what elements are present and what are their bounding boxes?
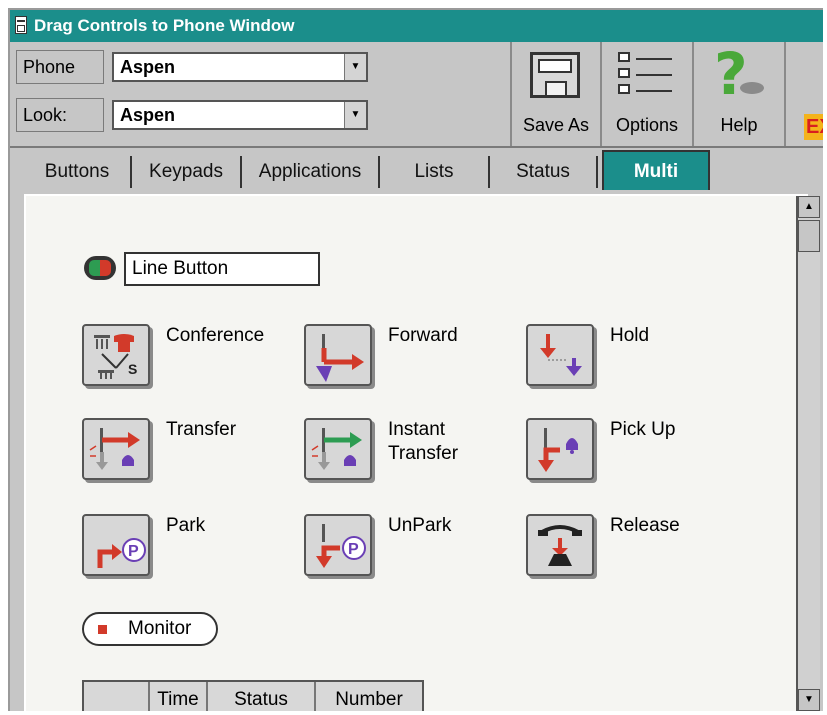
window-title: Drag Controls to Phone Window xyxy=(34,16,295,35)
call-list-table: Time Status Number xyxy=(82,680,424,711)
svg-text:P: P xyxy=(128,543,139,560)
transfer-label: Transfer xyxy=(166,419,237,440)
line-button-label: Line Button xyxy=(124,252,320,286)
monitor-indicator-icon xyxy=(98,625,107,634)
options-button[interactable]: Options xyxy=(600,42,692,146)
park-icon[interactable]: P xyxy=(82,514,150,576)
tab-multi[interactable]: Multi xyxy=(602,150,710,190)
forward-icon[interactable] xyxy=(304,324,372,386)
help-label: Help xyxy=(720,115,758,135)
question-mark-icon: ? xyxy=(714,40,748,108)
monitor-label: Monitor xyxy=(128,618,192,639)
drag-controls-window: Drag Controls to Phone Window Phone Aspe… xyxy=(8,8,823,711)
unpark-label: UnPark xyxy=(388,515,452,536)
pick-up-label: Pick Up xyxy=(610,419,676,440)
options-label: Options xyxy=(615,115,679,135)
instant-transfer-icon[interactable] xyxy=(304,418,372,480)
conference-icon[interactable]: S xyxy=(82,324,150,386)
release-control[interactable]: Release xyxy=(526,514,746,594)
line-button-icon xyxy=(84,256,116,280)
look-select[interactable]: Aspen ▼ xyxy=(112,100,368,130)
tab-lists[interactable]: Lists xyxy=(380,156,490,188)
exit-button[interactable]: EX xyxy=(804,114,823,140)
hold-icon[interactable] xyxy=(526,324,594,386)
scroll-down-arrow-icon[interactable]: ▼ xyxy=(798,689,820,711)
tab-applications[interactable]: Applications xyxy=(242,156,380,188)
scroll-thumb[interactable] xyxy=(798,220,820,252)
svg-text:S: S xyxy=(128,361,137,377)
forward-control[interactable]: Forward xyxy=(304,324,524,404)
look-select-value: Aspen xyxy=(120,105,176,125)
conference-control[interactable]: S Conference xyxy=(82,324,302,404)
release-label: Release xyxy=(610,515,680,536)
save-as-button[interactable]: Save As xyxy=(510,42,600,146)
monitor-control[interactable]: Monitor xyxy=(82,612,218,646)
tab-buttons[interactable]: Buttons xyxy=(24,156,132,188)
chevron-down-icon[interactable]: ▼ xyxy=(344,54,366,80)
scroll-up-arrow-icon[interactable]: ▲ xyxy=(798,196,820,218)
release-icon[interactable] xyxy=(526,514,594,576)
tab-keypads[interactable]: Keypads xyxy=(132,156,242,188)
tab-status[interactable]: Status xyxy=(490,156,598,188)
unpark-icon[interactable]: P xyxy=(304,514,372,576)
table-header-time[interactable]: Time xyxy=(150,682,208,711)
look-label: Look: xyxy=(16,98,104,132)
title-bar[interactable]: Drag Controls to Phone Window xyxy=(10,10,823,42)
park-label: Park xyxy=(166,515,206,536)
line-button-control[interactable]: Line Button xyxy=(84,252,324,286)
unpark-control[interactable]: P UnPark xyxy=(304,514,524,594)
phone-select[interactable]: Aspen ▼ xyxy=(112,52,368,82)
transfer-control[interactable]: Transfer xyxy=(82,418,302,498)
chevron-down-icon[interactable]: ▼ xyxy=(344,102,366,128)
multi-panel: Line Button S Conference Forward Hold Tr… xyxy=(24,194,820,711)
park-control[interactable]: P Park xyxy=(82,514,302,594)
checklist-icon xyxy=(618,50,678,98)
instant-transfer-label: Instant Transfer xyxy=(388,419,459,464)
vertical-scrollbar[interactable]: ▲ ▼ xyxy=(796,196,820,711)
help-button[interactable]: ? Help xyxy=(692,42,784,146)
floppy-disk-icon xyxy=(530,52,580,98)
top-toolbar: Phone Aspen ▼ Look: Aspen ▼ Save As Opti… xyxy=(10,42,823,148)
window-system-icon[interactable] xyxy=(15,16,27,34)
phone-select-value: Aspen xyxy=(120,57,176,77)
forward-label: Forward xyxy=(388,325,458,346)
hold-control[interactable]: Hold xyxy=(526,324,746,404)
instant-transfer-control[interactable]: Instant Transfer xyxy=(304,418,524,498)
pick-up-icon[interactable] xyxy=(526,418,594,480)
save-as-label: Save As xyxy=(522,115,590,135)
phone-label: Phone xyxy=(16,50,104,84)
table-header-status[interactable]: Status xyxy=(208,682,316,711)
pick-up-control[interactable]: Pick Up xyxy=(526,418,746,498)
tab-strip: Buttons Keypads Applications Lists Statu… xyxy=(10,148,823,194)
conference-label: Conference xyxy=(166,325,265,346)
transfer-icon[interactable] xyxy=(82,418,150,480)
table-header-number[interactable]: Number xyxy=(316,682,422,711)
hold-label: Hold xyxy=(610,325,650,346)
table-header-blank[interactable] xyxy=(84,682,150,711)
svg-text:P: P xyxy=(348,541,359,558)
